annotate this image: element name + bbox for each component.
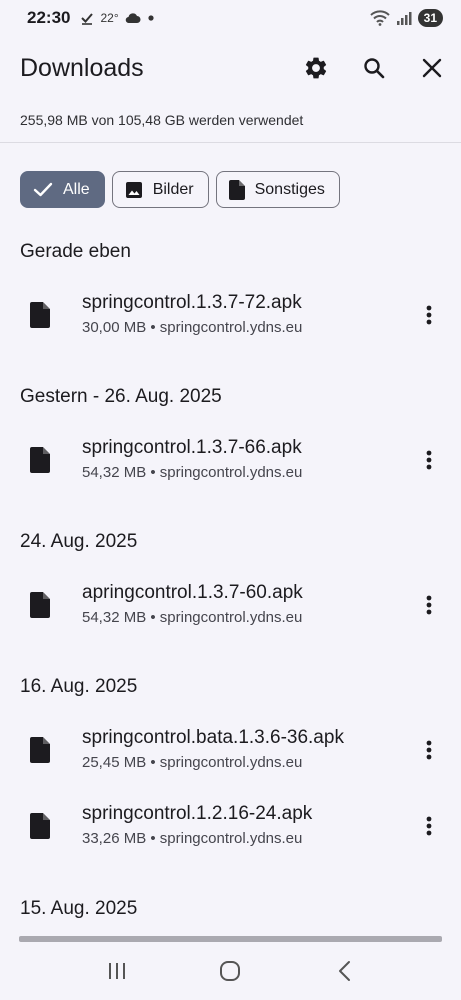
- file-name: springcontrol.1.3.7-72.apk: [82, 292, 302, 313]
- file-name: springcontrol.1.2.16-24.apk: [82, 803, 313, 824]
- filter-chip-all[interactable]: Alle: [20, 171, 105, 208]
- more-vert-icon: [426, 595, 432, 615]
- recents-icon: [108, 963, 125, 979]
- more-vert-icon: [426, 305, 432, 325]
- file-meta: 54,32 MB • springcontrol.ydns.eu: [82, 464, 303, 481]
- image-icon: [125, 181, 142, 198]
- file-meta: 54,32 MB • springcontrol.ydns.eu: [82, 609, 303, 626]
- more-vert-icon: [426, 740, 432, 760]
- filter-chip-images[interactable]: Bilder: [111, 171, 209, 208]
- filter-chip-other[interactable]: Sonstiges: [215, 171, 340, 208]
- download-item[interactable]: springcontrol.bata.1.3.6-36.apk 25,45 MB…: [0, 715, 461, 785]
- app-bar: Downloads: [0, 44, 461, 92]
- file-icon: [228, 179, 245, 200]
- file-name: apringcontrol.1.3.7-60.apk: [82, 582, 303, 603]
- section-header: 15. Aug. 2025: [20, 898, 138, 919]
- cloud-icon: [125, 13, 141, 24]
- wifi-icon: [369, 10, 390, 26]
- home-button[interactable]: [200, 946, 260, 996]
- search-button[interactable]: [345, 44, 403, 92]
- file-meta: 25,45 MB • springcontrol.ydns.eu: [82, 754, 303, 771]
- filter-chip-label: Alle: [63, 180, 90, 198]
- more-vert-icon: [426, 450, 432, 470]
- status-bar: 22:30 22° 31: [0, 0, 461, 36]
- file-name: springcontrol.1.3.7-66.apk: [82, 437, 302, 458]
- more-options-button[interactable]: [411, 808, 447, 844]
- file-icon: [30, 447, 50, 473]
- filter-chip-label: Bilder: [152, 180, 194, 198]
- file-icon: [30, 813, 50, 839]
- back-button[interactable]: [314, 946, 374, 996]
- section-header: 24. Aug. 2025: [20, 531, 138, 552]
- status-time: 22:30: [27, 8, 71, 27]
- divider: [0, 142, 461, 143]
- download-item[interactable]: springcontrol.1.3.7-66.apk 54,32 MB • sp…: [0, 425, 461, 495]
- close-button[interactable]: [403, 44, 461, 92]
- dot-icon: [148, 15, 154, 21]
- system-nav-bar: [0, 942, 461, 1000]
- file-icon: [30, 737, 50, 763]
- recents-button[interactable]: [87, 946, 147, 996]
- more-options-button[interactable]: [411, 732, 447, 768]
- status-temp: 22°: [100, 11, 119, 25]
- more-options-button[interactable]: [411, 442, 447, 478]
- battery-indicator: 31: [417, 9, 443, 27]
- more-vert-icon: [426, 816, 432, 836]
- more-options-button[interactable]: [411, 587, 447, 623]
- check-icon: [33, 182, 53, 196]
- home-icon: [220, 961, 241, 981]
- storage-usage-text: 255,98 MB von 105,48 GB werden verwendet: [20, 112, 304, 128]
- file-icon: [30, 592, 50, 618]
- signal-icon: [396, 12, 412, 25]
- download-item[interactable]: springcontrol.1.2.16-24.apk 33,26 MB • s…: [0, 791, 461, 861]
- search-icon: [364, 58, 385, 79]
- check-notification-icon: [81, 13, 94, 25]
- filter-chips: Alle Bilder Sonstiges: [20, 171, 340, 208]
- file-meta: 33,26 MB • springcontrol.ydns.eu: [82, 830, 303, 847]
- settings-button[interactable]: [287, 44, 345, 92]
- file-icon: [30, 302, 50, 328]
- section-header: Gerade eben: [20, 241, 131, 262]
- file-name: springcontrol.bata.1.3.6-36.apk: [82, 727, 344, 748]
- back-icon: [339, 961, 351, 981]
- download-item[interactable]: springcontrol.1.3.7-72.apk 30,00 MB • sp…: [0, 280, 461, 350]
- filter-chip-label: Sonstiges: [254, 180, 325, 198]
- close-icon: [422, 58, 442, 78]
- section-header: Gestern - 26. Aug. 2025: [20, 386, 222, 407]
- more-options-button[interactable]: [411, 297, 447, 333]
- file-meta: 30,00 MB • springcontrol.ydns.eu: [82, 319, 303, 336]
- gear-icon: [305, 57, 327, 79]
- download-item[interactable]: apringcontrol.1.3.7-60.apk 54,32 MB • sp…: [0, 570, 461, 640]
- section-header: 16. Aug. 2025: [20, 676, 138, 697]
- page-title: Downloads: [20, 53, 144, 82]
